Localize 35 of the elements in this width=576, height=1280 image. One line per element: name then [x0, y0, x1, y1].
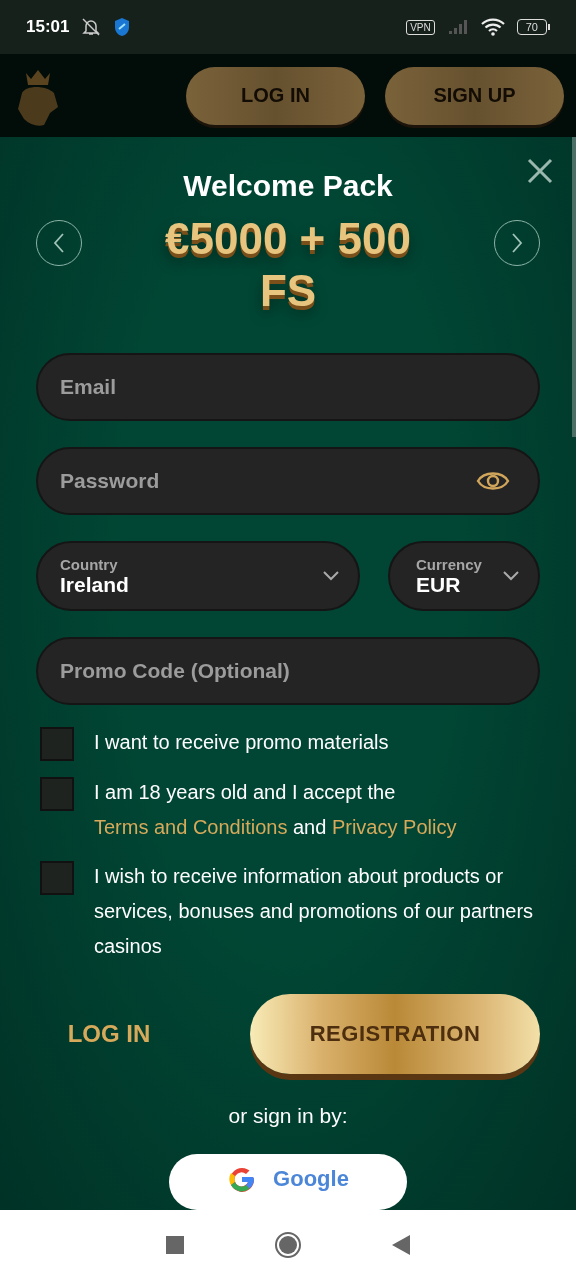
modal-title: Welcome Pack [183, 169, 393, 203]
checkbox-label: I wish to receive information about products or services, bonuses and promotions of our partners casinos [94, 864, 535, 959]
chevron-down-icon [502, 570, 520, 582]
checkbox[interactable] [40, 727, 74, 761]
clock: 15:01 [26, 17, 70, 37]
checkbox[interactable] [40, 861, 74, 895]
back-icon[interactable] [392, 1235, 410, 1255]
header-button[interactable]: SIGN UP [385, 66, 564, 125]
bell-off-icon [81, 17, 102, 37]
chevron-down-icon [322, 570, 340, 582]
currency-select[interactable]: Currency EUR [388, 541, 540, 611]
login-link[interactable]: LOG IN [36, 1020, 182, 1048]
header-button[interactable]: LOG IN [186, 66, 365, 125]
chevron-left-icon [52, 232, 66, 254]
google-button[interactable]: Google [169, 1154, 407, 1210]
country-select[interactable]: Country Ireland [36, 541, 360, 611]
link[interactable]: Privacy Policy [331, 816, 457, 838]
eye-icon[interactable] [476, 469, 510, 493]
password-field[interactable]: Password [36, 447, 540, 515]
promo-code-field[interactable]: Promo Code (Optional) [36, 637, 540, 705]
checkbox[interactable] [40, 777, 74, 811]
home-icon[interactable] [274, 1231, 302, 1259]
offer-amount: €5000 + 500 FS [164, 213, 412, 317]
checkbox-label: I want to receive promo materials [94, 730, 389, 755]
checkbox-label: I am 18 years old and I accept the Terms and Conditions and Privacy Policy [94, 780, 458, 840]
wifi-icon [480, 18, 505, 36]
link[interactable]: Terms and Conditions [94, 816, 288, 838]
signal-icon [446, 19, 469, 35]
sign-in-hint: or sign in by: [227, 1104, 349, 1128]
vpn-indicator: VPN [406, 19, 435, 35]
battery-indicator: 70 [516, 19, 550, 35]
chevron-right-icon [510, 232, 524, 254]
email-field[interactable]: Email [36, 353, 540, 421]
close-icon[interactable] [526, 157, 554, 185]
shield-icon [113, 17, 132, 37]
